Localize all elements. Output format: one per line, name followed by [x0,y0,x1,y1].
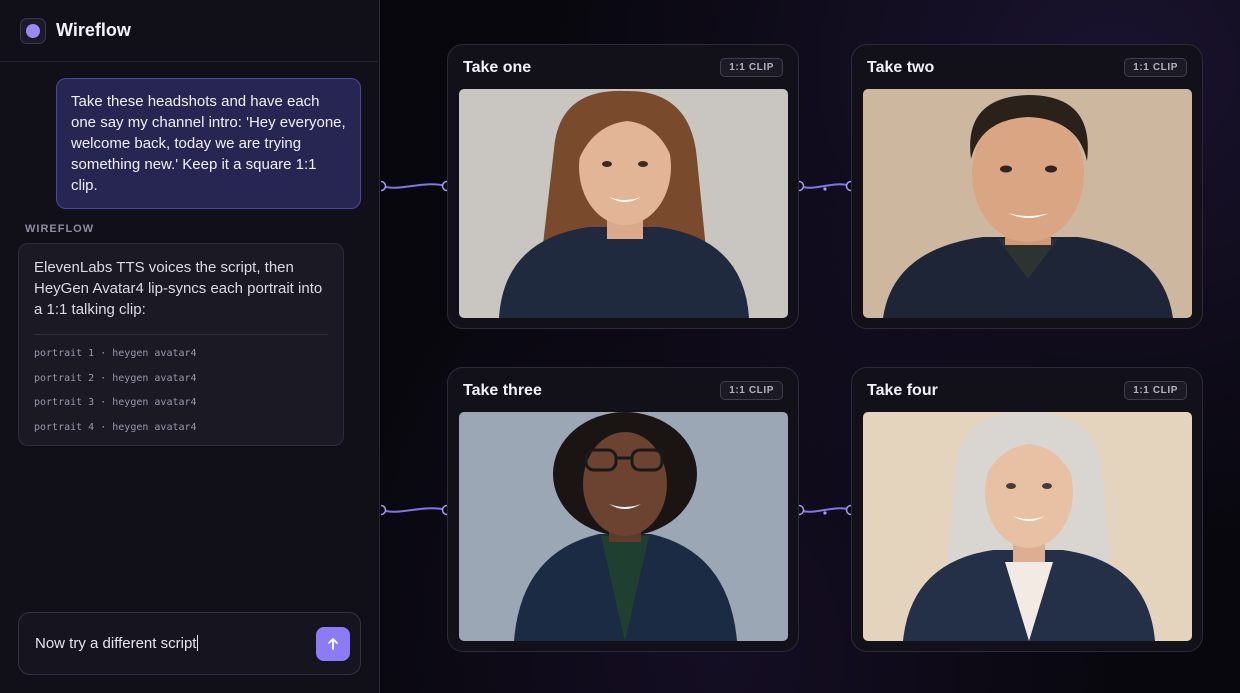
step-line: portrait 2 · heygen avatar4 [34,372,197,384]
message-input[interactable]: Now try a different script [35,635,316,652]
step-line: portrait 4 · heygen avatar4 [34,421,197,433]
assistant-message-text: ElevenLabs TTS voices the script, then H… [34,259,323,318]
clip-format-badge: 1:1 CLIP [1124,58,1187,77]
app-title: Wireflow [56,20,131,40]
clip-node-take-one[interactable]: Take one 1:1 CLIP [447,44,799,329]
clip-node-take-three[interactable]: Take three 1:1 CLIP [447,367,799,652]
sidebar-header: Wireflow [0,0,379,62]
send-button[interactable] [316,626,350,661]
portrait-image [863,412,1192,641]
clip-node-take-four[interactable]: Take four 1:1 CLIP [851,367,1203,652]
chat-composer[interactable]: Now try a different script [18,612,361,675]
arrow-up-icon [328,637,338,650]
connector-port[interactable] [381,504,387,516]
user-message: Take these headshots and have each one s… [56,78,361,209]
clip-node-take-two[interactable]: Take two 1:1 CLIP [851,44,1203,329]
portrait-image [863,89,1192,318]
node-title: Take three [463,382,542,399]
app-logo-icon [20,17,46,44]
text-caret [197,635,199,651]
divider [34,334,328,335]
node-title: Take two [867,59,935,76]
workflow-canvas[interactable]: Take one 1:1 CLIP Take two 1:1 CLIP Take… [381,0,1240,693]
node-title: Take one [463,59,532,76]
app-window: Wireflow Take these headshots and have e… [0,0,1240,693]
step-line: portrait 1 · heygen avatar4 [34,348,197,359]
chat-sidebar: Wireflow Take these headshots and have e… [0,0,380,693]
clip-format-badge: 1:1 CLIP [720,381,783,400]
connector-port[interactable] [381,180,387,192]
node-title: Take four [867,382,938,399]
clip-format-badge: 1:1 CLIP [720,58,783,77]
assistant-sender-label: WIREFLOW [25,223,95,235]
clip-format-badge: 1:1 CLIP [1124,381,1187,400]
step-line: portrait 3 · heygen avatar4 [34,397,197,408]
portrait-image [459,89,788,318]
message-input-value: Now try a different script [35,635,197,652]
portrait-image [459,412,788,641]
assistant-message: ElevenLabs TTS voices the script, then H… [18,243,344,446]
